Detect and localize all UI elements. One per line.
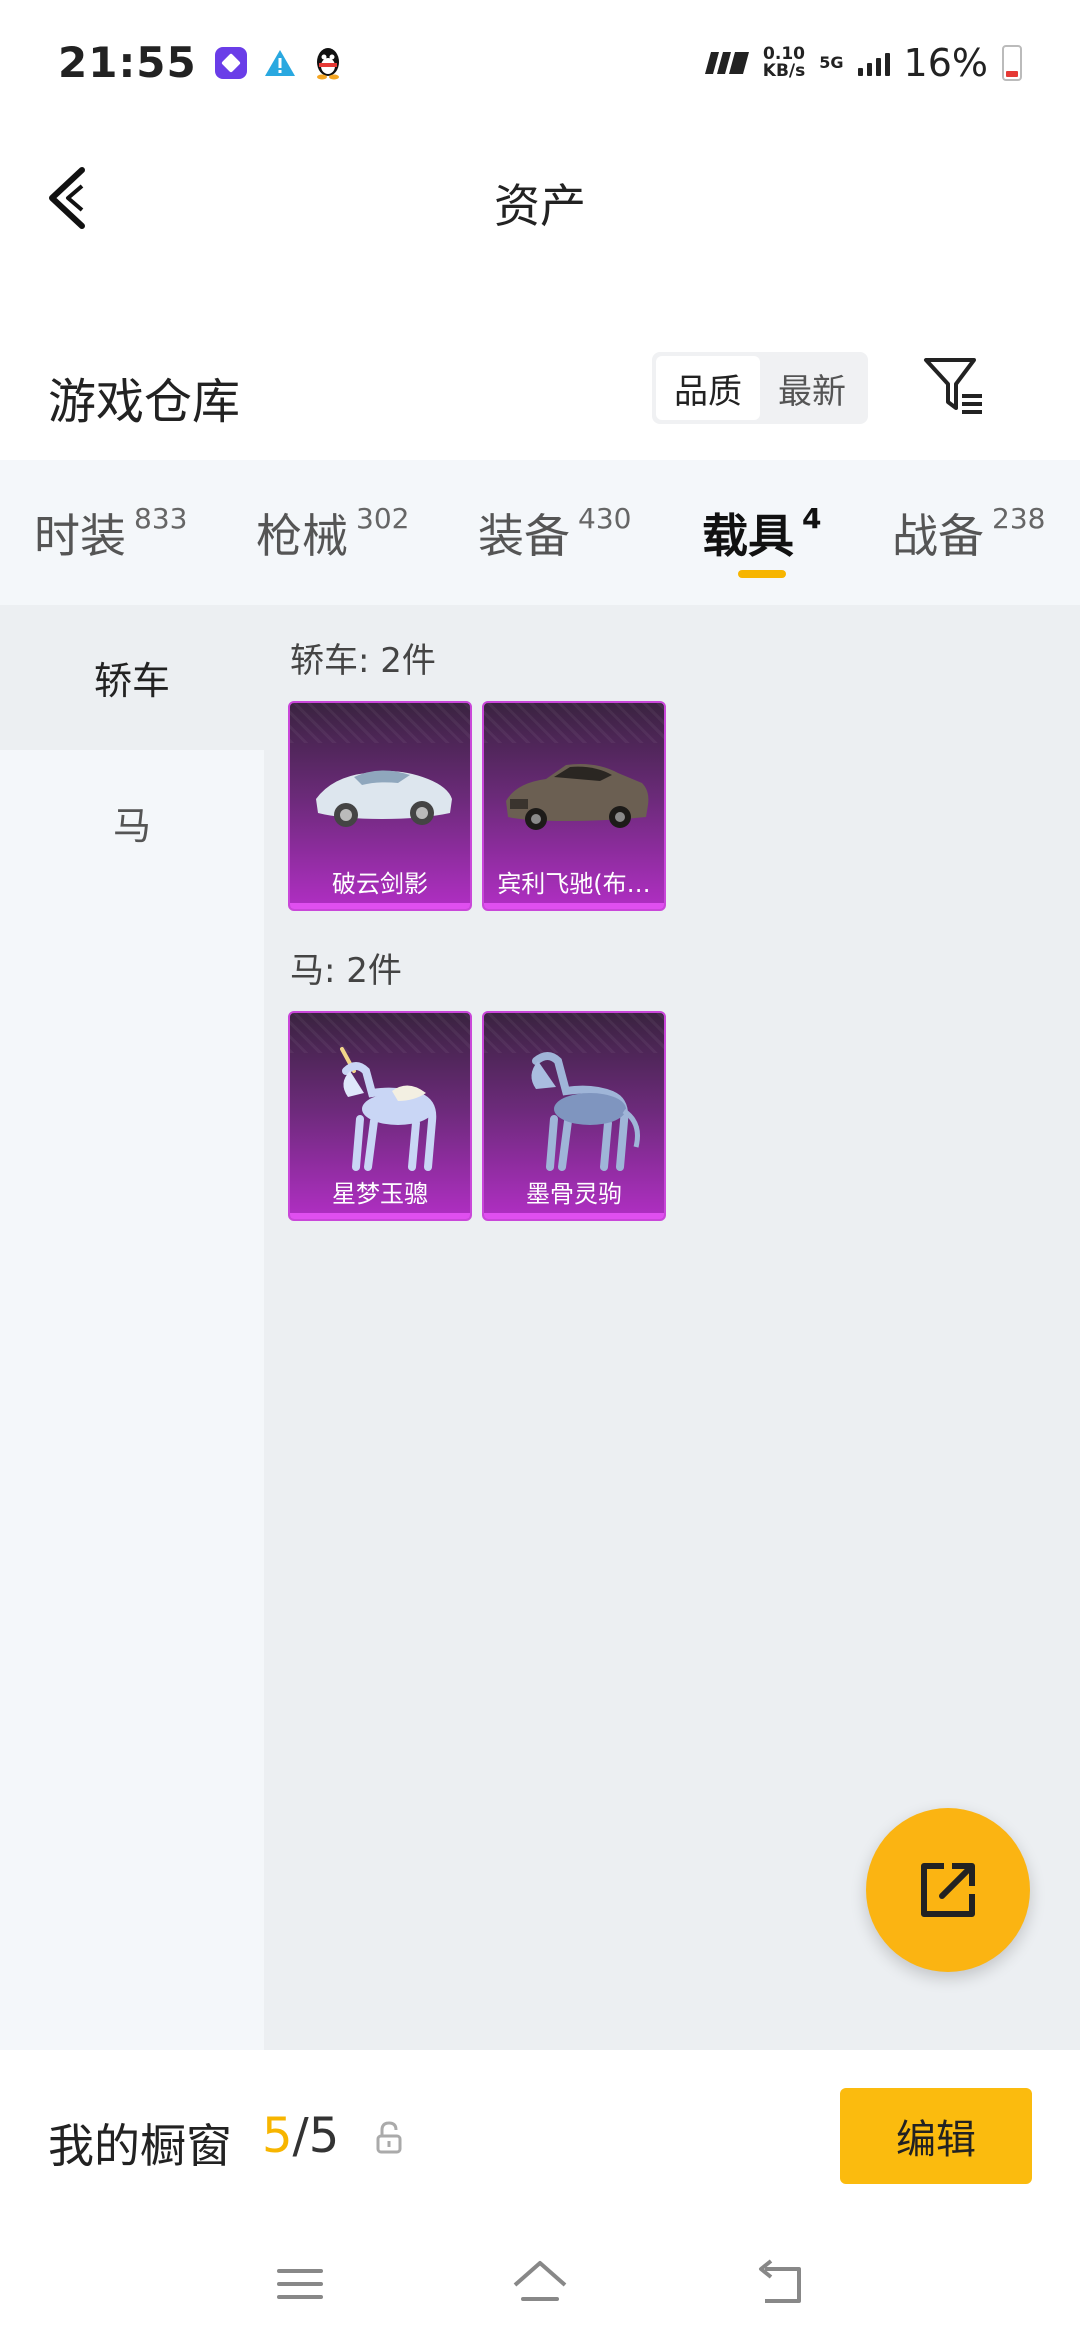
speed-unit: KB/s: [762, 60, 806, 81]
status-right: 0.10 KB/s 5G 16%: [704, 40, 1022, 85]
item-name: 墨骨灵驹: [526, 1180, 622, 1208]
page-title: 资产: [494, 179, 586, 233]
share-button[interactable]: [866, 1808, 1030, 1972]
showcase-bar: 我的橱窗 5/5 编辑: [0, 2050, 1080, 2225]
tab-label: 战备: [892, 509, 984, 563]
sports-car-icon: [316, 770, 452, 827]
subcategory-sidebar: 轿车 马: [0, 605, 264, 2050]
sidebar-item-sedan[interactable]: 轿车: [0, 605, 264, 750]
app-notification-icon: [214, 46, 247, 79]
warehouse-header: 游戏仓库 品质 最新: [0, 340, 1080, 460]
sort-toggle: 品质 最新: [652, 352, 868, 424]
showcase-count-total: 5: [308, 2108, 340, 2164]
filter-icon[interactable]: [922, 354, 986, 418]
network-type: 5G: [819, 53, 844, 72]
signal-icon: [857, 50, 890, 76]
sort-option-newest[interactable]: 最新: [760, 356, 864, 420]
tab-count: 302: [356, 502, 410, 535]
battery-percent: 16%: [903, 40, 988, 85]
tab-label: 时装: [34, 509, 126, 563]
showcase-count-separator: /: [292, 2108, 309, 2164]
tab-label: 载具: [702, 509, 794, 563]
network-group: 5G: [819, 53, 843, 72]
unicorn-icon: [340, 1047, 437, 1171]
share-external-icon: [921, 1863, 975, 1917]
home-icon[interactable]: [505, 2251, 575, 2317]
rarity-bar: [484, 903, 664, 909]
section-title-horse: 马: 2件: [290, 951, 402, 991]
sidebar-item-horse[interactable]: 马: [0, 750, 264, 895]
qq-icon: [316, 47, 339, 79]
lock-icon: [376, 2121, 402, 2154]
category-tabs: 时装 833 枪械 302 装备 430 载具 4 战备 238: [0, 460, 1080, 605]
sedan-car-icon: [506, 764, 649, 830]
item-name: 破云剑影: [332, 870, 428, 898]
item-name: 宾利飞驰(布…: [497, 870, 651, 898]
rarity-bar: [290, 903, 470, 909]
network-speed: 0.10 KB/s: [762, 43, 806, 81]
item-name: 星梦玉骢: [332, 1180, 428, 1208]
tab-equipment[interactable]: 装备 430: [478, 500, 631, 566]
tab-combat-gear[interactable]: 战备 238: [892, 500, 1045, 566]
tab-firearms[interactable]: 枪械 302: [256, 500, 409, 566]
tab-count: 430: [578, 502, 632, 535]
horse-icon: [531, 1052, 640, 1171]
sort-option-quality[interactable]: 品质: [656, 356, 760, 420]
menu-icon[interactable]: [265, 2251, 335, 2317]
tab-count: 833: [134, 502, 188, 535]
vehicle-card[interactable]: 宾利飞驰(布…: [482, 701, 666, 911]
edit-button[interactable]: 编辑: [840, 2088, 1032, 2184]
section-title-sedan: 轿车: 2件: [290, 641, 436, 681]
header: 资产: [0, 140, 1080, 260]
tab-label: 枪械: [256, 509, 348, 563]
vehicle-card[interactable]: 墨骨灵驹: [482, 1011, 666, 1221]
showcase-title: 我的橱窗: [48, 2119, 232, 2173]
warehouse-title: 游戏仓库: [48, 374, 241, 430]
showcase-count: 5/5: [262, 2108, 339, 2164]
rarity-bar: [484, 1213, 664, 1219]
tab-label: 装备: [478, 509, 570, 563]
notification-icons: [214, 46, 343, 80]
status-bar: 21:55 0.10 KB/s 5G 16%: [0, 0, 1080, 125]
battery-icon: [1002, 44, 1022, 81]
back-icon[interactable]: [745, 2251, 815, 2317]
vehicle-card[interactable]: 星梦玉骢: [288, 1011, 472, 1221]
vehicle-card[interactable]: 破云剑影: [288, 701, 472, 911]
status-time: 21:55: [58, 38, 197, 87]
active-tab-indicator: [738, 570, 786, 578]
system-nav-bar: [0, 2225, 1080, 2344]
tab-vehicles[interactable]: 载具 4: [702, 500, 821, 566]
rarity-bar: [290, 1213, 470, 1219]
hd-signal-icon: [704, 51, 749, 74]
speed-value: 0.10: [763, 43, 805, 64]
tab-fashion[interactable]: 时装 833: [34, 500, 187, 566]
warning-icon: [264, 49, 295, 76]
showcase-count-current: 5: [262, 2108, 293, 2164]
tab-count: 4: [802, 502, 822, 535]
tab-count: 238: [992, 502, 1046, 535]
